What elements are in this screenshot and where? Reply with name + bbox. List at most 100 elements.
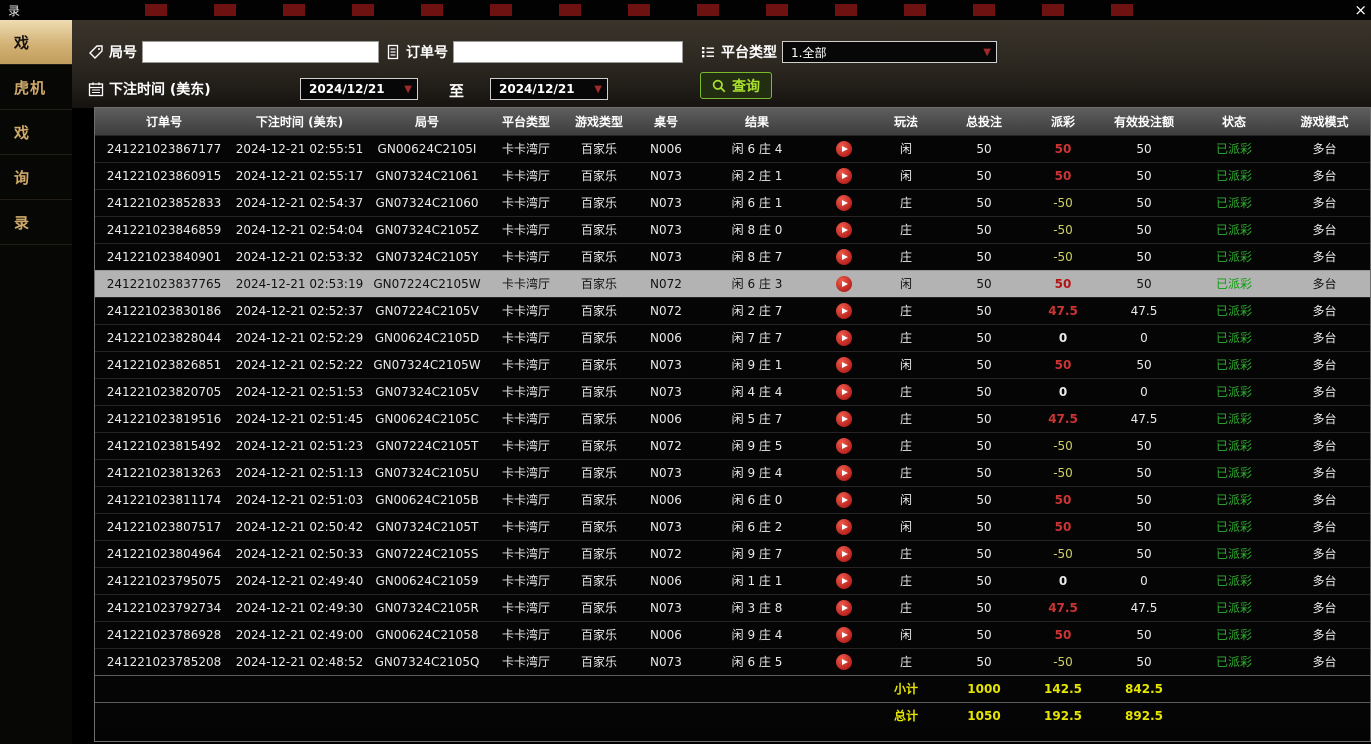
total-bet-cell: 50: [940, 648, 1028, 675]
platform-type-select[interactable]: 1.全部 ▼: [782, 41, 997, 63]
game-type-cell: 百家乐: [564, 243, 634, 270]
round-no-cell: GN00624C21059: [366, 567, 488, 594]
status-cell: 已派彩: [1190, 270, 1278, 297]
round-no-cell: GN07224C2105S: [366, 540, 488, 567]
table-row[interactable]: 2412210238409012024-12-21 02:53:32GN0732…: [95, 243, 1371, 270]
replay-play-icon[interactable]: [836, 411, 852, 427]
round-no-input[interactable]: [142, 41, 379, 63]
table-header-row: 订单号下注时间 (美东)局号平台类型游戏类型桌号结果玩法总投注派彩有效投注额状态…: [95, 108, 1371, 135]
table-no-cell: N073: [634, 594, 698, 621]
platform-type-cell: 卡卡湾厅: [488, 351, 564, 378]
table-row[interactable]: 2412210237950752024-12-21 02:49:40GN0062…: [95, 567, 1371, 594]
bet-time-cell: 2024-12-21 02:50:33: [233, 540, 366, 567]
replay-play-icon[interactable]: [836, 384, 852, 400]
table-row[interactable]: 2412210238207052024-12-21 02:51:53GN0732…: [95, 378, 1371, 405]
status-cell: 已派彩: [1190, 594, 1278, 621]
bet-time-cell: 2024-12-21 02:48:52: [233, 648, 366, 675]
order-no-cell: 241221023807517: [95, 513, 233, 540]
payout-cell: 47.5: [1028, 405, 1098, 432]
date-to-select[interactable]: 2024/12/21 ▼: [490, 78, 608, 100]
date-from-select[interactable]: 2024/12/21 ▼: [300, 78, 418, 100]
round-no-filter: 局号: [88, 41, 379, 63]
table-row[interactable]: 2412210237869282024-12-21 02:49:00GN0062…: [95, 621, 1371, 648]
filter-panel: 局号 订单号 平台类型 1.全部 ▼: [72, 20, 1371, 108]
table-row[interactable]: 2412210238154922024-12-21 02:51:23GN0722…: [95, 432, 1371, 459]
replay-play-icon[interactable]: [836, 627, 852, 643]
table-row[interactable]: 2412210238671772024-12-21 02:55:51GN0062…: [95, 135, 1371, 162]
game-mode-cell: 多台: [1278, 351, 1371, 378]
table-row[interactable]: 2412210238268512024-12-21 02:52:22GN0732…: [95, 351, 1371, 378]
replay-play-icon[interactable]: [836, 465, 852, 481]
round-no-cell: GN07324C2105Y: [366, 243, 488, 270]
replay-play-icon[interactable]: [836, 303, 852, 319]
sidebar-item-3[interactable]: 询: [0, 155, 72, 200]
bet-time-filter-label-group: 下注时间 (美东): [88, 79, 211, 99]
table-row[interactable]: 2412210237927342024-12-21 02:49:30GN0732…: [95, 594, 1371, 621]
sidebar-item-4[interactable]: 录: [0, 200, 72, 245]
game-type-cell: 百家乐: [564, 459, 634, 486]
sidebar-item-2[interactable]: 戏: [0, 110, 72, 155]
close-icon[interactable]: ×: [1354, 0, 1367, 20]
table-row[interactable]: 2412210238049642024-12-21 02:50:33GN0722…: [95, 540, 1371, 567]
payout-cell: 50: [1028, 486, 1098, 513]
bet-side-cell: 闲: [872, 135, 940, 162]
result-cell: 闲 6 庄 1: [698, 189, 816, 216]
status-cell: 已派彩: [1190, 351, 1278, 378]
table-no-cell: N006: [634, 567, 698, 594]
table-row[interactable]: 2412210238528332024-12-21 02:54:37GN0732…: [95, 189, 1371, 216]
table-row[interactable]: 2412210238377652024-12-21 02:53:19GN0722…: [95, 270, 1371, 297]
summary-total-bet: 1000: [940, 675, 1028, 702]
search-button[interactable]: 查询: [700, 72, 772, 99]
game-type-cell: 百家乐: [564, 324, 634, 351]
replay-play-icon[interactable]: [836, 276, 852, 292]
status-cell: 已派彩: [1190, 243, 1278, 270]
order-no-input[interactable]: [453, 41, 683, 63]
game-type-cell: 百家乐: [564, 432, 634, 459]
table-row[interactable]: 2412210238132632024-12-21 02:51:13GN0732…: [95, 459, 1371, 486]
table-no-cell: N073: [634, 351, 698, 378]
column-header: 局号: [366, 108, 488, 135]
game-type-cell: 百家乐: [564, 162, 634, 189]
replay-play-icon[interactable]: [836, 573, 852, 589]
replay-play-icon[interactable]: [836, 438, 852, 454]
table-row[interactable]: 2412210238195162024-12-21 02:51:45GN0062…: [95, 405, 1371, 432]
replay-play-icon[interactable]: [836, 492, 852, 508]
sidebar-item-1[interactable]: 虎机: [0, 65, 72, 110]
round-no-cell: GN07224C2105T: [366, 432, 488, 459]
replay-play-icon[interactable]: [836, 168, 852, 184]
table-row[interactable]: 2412210238609152024-12-21 02:55:17GN0732…: [95, 162, 1371, 189]
status-cell: 已派彩: [1190, 540, 1278, 567]
replay-play-icon[interactable]: [836, 546, 852, 562]
replay-play-icon[interactable]: [836, 654, 852, 670]
bet-time-cell: 2024-12-21 02:49:40: [233, 567, 366, 594]
payout-cell: 0: [1028, 324, 1098, 351]
round-no-cell: GN00624C2105C: [366, 405, 488, 432]
replay-play-icon[interactable]: [836, 357, 852, 373]
table-row[interactable]: 2412210238301862024-12-21 02:52:37GN0722…: [95, 297, 1371, 324]
replay-play-icon[interactable]: [836, 519, 852, 535]
replay-play-icon[interactable]: [836, 249, 852, 265]
summary-status: [1190, 702, 1278, 729]
order-no-cell: 241221023795075: [95, 567, 233, 594]
table-row[interactable]: 2412210238111742024-12-21 02:51:03GN0062…: [95, 486, 1371, 513]
bet-time-label: 下注时间 (美东): [109, 79, 211, 99]
table-row[interactable]: 2412210238075172024-12-21 02:50:42GN0732…: [95, 513, 1371, 540]
payout-cell: 50: [1028, 162, 1098, 189]
status-cell: 已派彩: [1190, 324, 1278, 351]
game-mode-cell: 多台: [1278, 567, 1371, 594]
platform-type-value: 1.全部: [791, 44, 826, 61]
replay-play-icon[interactable]: [836, 330, 852, 346]
table-row[interactable]: 2412210237852082024-12-21 02:48:52GN0732…: [95, 648, 1371, 675]
replay-play-icon[interactable]: [836, 195, 852, 211]
bet-time-cell: 2024-12-21 02:54:37: [233, 189, 366, 216]
replay-play-icon[interactable]: [836, 141, 852, 157]
status-cell: 已派彩: [1190, 189, 1278, 216]
table-row[interactable]: 2412210238280442024-12-21 02:52:29GN0062…: [95, 324, 1371, 351]
table-row[interactable]: 2412210238468592024-12-21 02:54:04GN0732…: [95, 216, 1371, 243]
chevron-down-icon: ▼: [594, 84, 602, 95]
app-shell: 戏虎机戏询录 局号 订单号: [0, 20, 1371, 744]
sidebar-item-0[interactable]: 戏: [0, 20, 72, 65]
payout-cell: -50: [1028, 432, 1098, 459]
replay-play-icon[interactable]: [836, 600, 852, 616]
replay-play-icon[interactable]: [836, 222, 852, 238]
